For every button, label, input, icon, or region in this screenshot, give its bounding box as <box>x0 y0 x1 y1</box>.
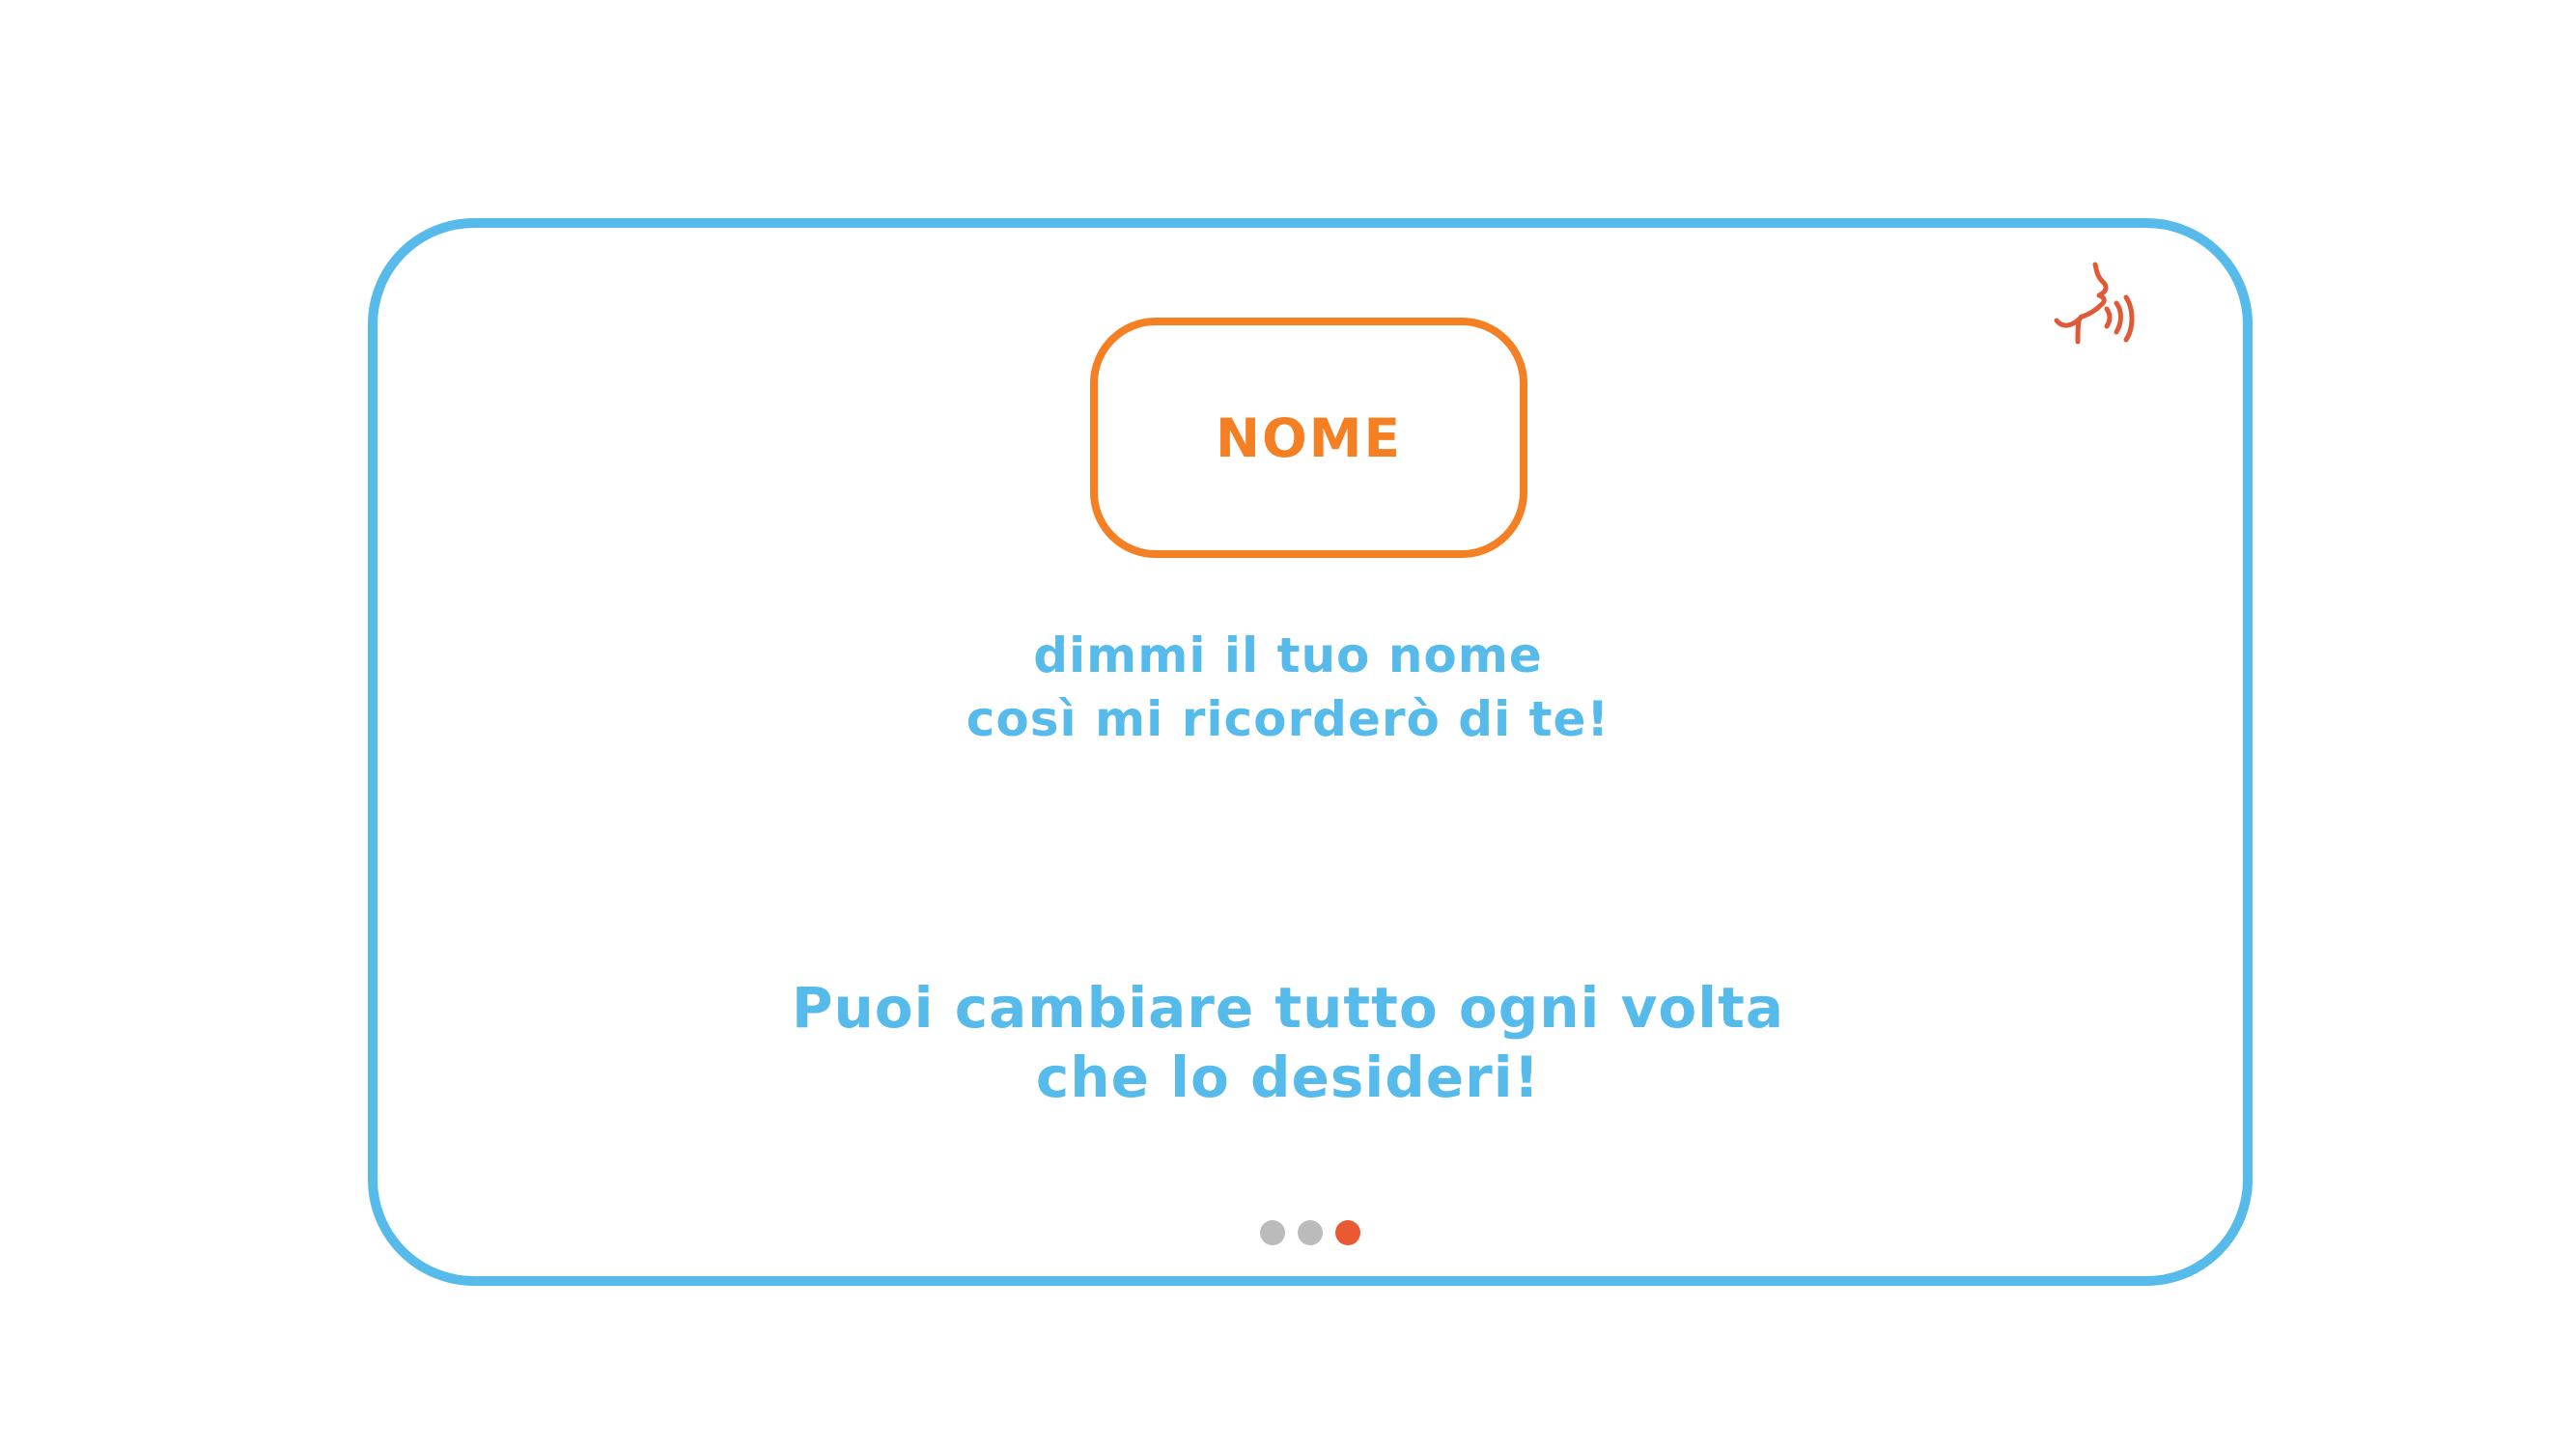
note-line: che lo desideri! <box>1035 1044 1541 1110</box>
page-dot-3[interactable] <box>1335 1220 1360 1245</box>
instruction-line: così mi ricorderò di te! <box>966 691 1610 747</box>
speaking-head-icon[interactable] <box>2049 261 2155 361</box>
pagination-dots <box>1260 1220 1360 1245</box>
page-dot-1[interactable] <box>1260 1220 1285 1245</box>
instruction-text: dimmi il tuo nome così mi ricorderò di t… <box>322 624 2254 751</box>
note-text: Puoi cambiare tutto ogni volta che lo de… <box>322 973 2254 1112</box>
note-line: Puoi cambiare tutto ogni volta <box>792 975 1784 1041</box>
page-dot-2[interactable] <box>1298 1220 1323 1245</box>
instruction-line: dimmi il tuo nome <box>1033 627 1543 683</box>
name-button-label: NOME <box>1215 406 1403 469</box>
name-button[interactable]: NOME <box>1090 318 1527 558</box>
